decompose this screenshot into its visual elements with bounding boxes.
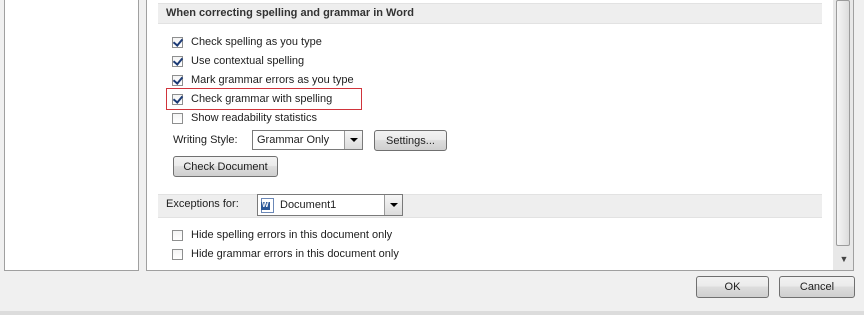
chevron-down-icon[interactable] <box>384 195 402 215</box>
hide-spelling-checkbox[interactable] <box>172 229 183 241</box>
contextual-spelling-checkbox[interactable] <box>172 54 184 67</box>
settings-button[interactable]: Settings... <box>374 130 447 151</box>
writing-style-select[interactable]: Grammar Only <box>252 130 363 150</box>
mark-grammar-checkbox[interactable] <box>172 73 184 86</box>
checkmark-icon <box>172 35 184 47</box>
hide-grammar-label: Hide grammar errors in this document onl… <box>191 248 399 260</box>
ok-button[interactable]: OK <box>696 276 769 298</box>
hide-grammar-option[interactable]: Hide grammar errors in this document onl… <box>172 246 399 262</box>
scroll-down-arrow-icon[interactable]: ▼ <box>838 254 850 264</box>
hide-spelling-option[interactable]: Hide spelling errors in this document on… <box>172 227 392 243</box>
word-document-icon <box>261 197 274 213</box>
hide-grammar-checkbox[interactable] <box>172 248 183 260</box>
contextual-spelling-label: Use contextual spelling <box>191 55 305 67</box>
check-spelling-option[interactable]: Check spelling as you type <box>172 34 322 50</box>
check-grammar-option[interactable]: Check grammar with spelling <box>172 91 332 107</box>
contextual-spelling-option[interactable]: Use contextual spelling <box>172 53 304 69</box>
scrollbar-thumb[interactable] <box>836 0 850 246</box>
mark-grammar-option[interactable]: Mark grammar errors as you type <box>172 72 354 88</box>
writing-style-value: Grammar Only <box>257 134 330 146</box>
exceptions-label: Exceptions for: <box>166 198 239 210</box>
check-grammar-checkbox[interactable] <box>172 92 184 105</box>
readability-label: Show readability statistics <box>191 112 317 124</box>
check-grammar-label: Check grammar with spelling <box>191 93 333 105</box>
exceptions-document-value: Document1 <box>280 199 337 211</box>
categories-pane[interactable] <box>4 0 139 271</box>
chevron-down-icon[interactable] <box>344 131 362 149</box>
exceptions-document-select[interactable]: Document1 <box>257 194 403 216</box>
check-spelling-checkbox[interactable] <box>172 35 184 48</box>
mark-grammar-label: Mark grammar errors as you type <box>191 74 354 86</box>
checkmark-icon <box>172 54 184 66</box>
checkmark-icon <box>172 73 184 85</box>
checkmark-icon <box>172 92 184 104</box>
check-spelling-label: Check spelling as you type <box>191 36 322 48</box>
check-document-button[interactable]: Check Document <box>173 156 278 177</box>
section-header-correcting: When correcting spelling and grammar in … <box>158 3 822 24</box>
cancel-button[interactable]: Cancel <box>779 276 855 298</box>
hide-spelling-label: Hide spelling errors in this document on… <box>191 229 393 241</box>
readability-checkbox[interactable] <box>172 112 183 124</box>
readability-option[interactable]: Show readability statistics <box>172 110 317 126</box>
writing-style-label: Writing Style: <box>173 134 238 146</box>
window-bottom-edge <box>0 311 864 315</box>
